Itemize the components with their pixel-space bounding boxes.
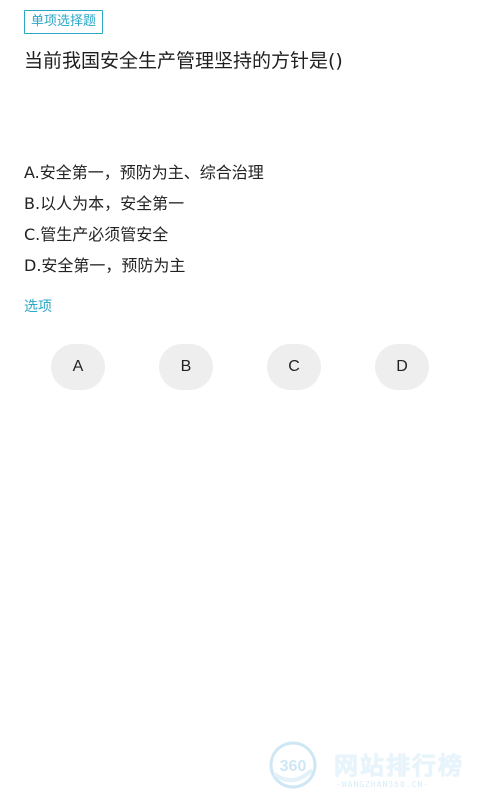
- watermark-subtitle: -WANGZHAN360.CN-: [336, 780, 430, 789]
- watermark-logo-icon: 360: [269, 741, 317, 789]
- option-list: A.安全第一，预防为主、综合治理 B.以人为本，安全第一 C.管生产必须管安全 …: [24, 160, 464, 284]
- option-d-text: D.安全第一，预防为主: [24, 256, 186, 275]
- answer-b-button[interactable]: B: [159, 344, 213, 390]
- question-text: 当前我国安全生产管理坚持的方针是(): [24, 50, 343, 72]
- watermark-title: 网站排行榜: [334, 752, 464, 780]
- answer-d-button[interactable]: D: [375, 344, 429, 390]
- question-type-tag: 单项选择题: [24, 10, 104, 34]
- answer-a-button[interactable]: A: [51, 344, 105, 390]
- answer-section-label: 选项: [24, 299, 52, 315]
- option-a-text: A.安全第一，预防为主、综合治理: [24, 163, 264, 182]
- answer-button-row: A B C D: [0, 344, 480, 390]
- site-watermark: 360 网站排行榜 -WANGZHAN360.CN-: [258, 736, 476, 796]
- option-b-text: B.以人为本，安全第一: [24, 194, 185, 213]
- answer-c-button[interactable]: C: [267, 344, 321, 390]
- option-c-text: C.管生产必须管安全: [24, 225, 169, 244]
- question-page: 单项选择题 当前我国安全生产管理坚持的方针是() A.安全第一，预防为主、综合治…: [0, 0, 480, 800]
- svg-text:360: 360: [280, 758, 307, 775]
